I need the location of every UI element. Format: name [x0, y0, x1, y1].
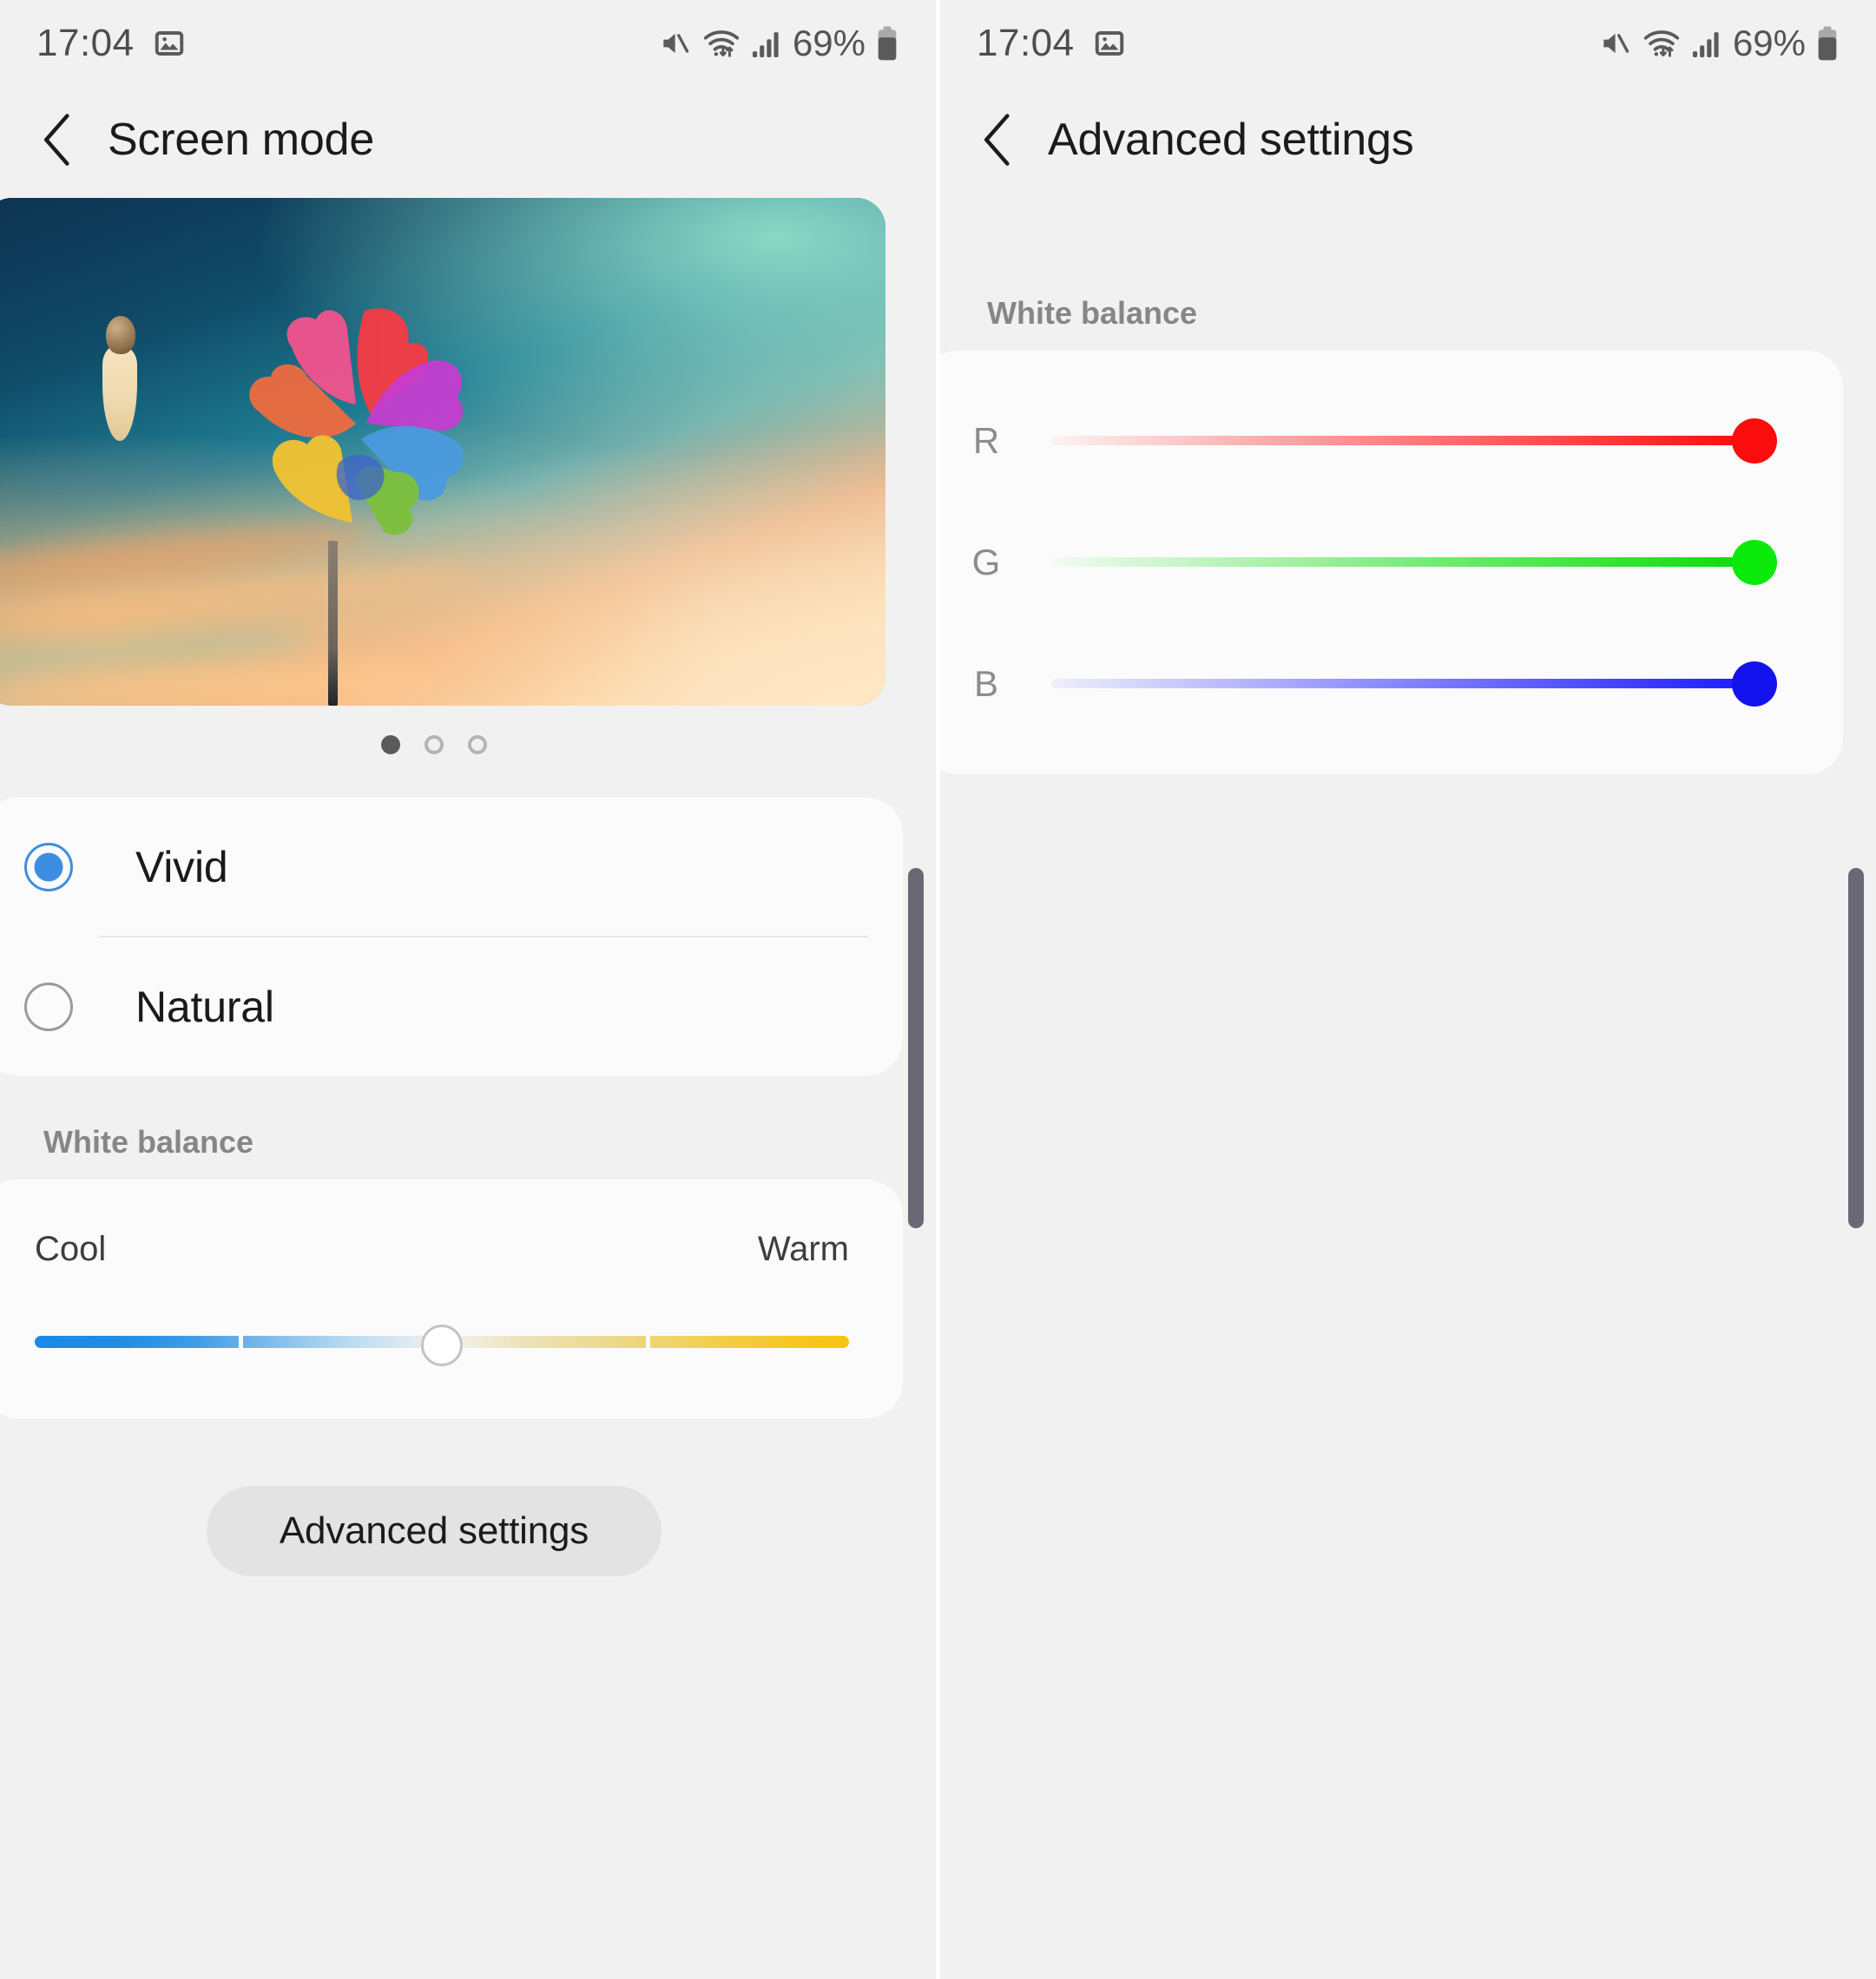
- rgb-white-balance-card: R G B: [940, 351, 1843, 774]
- radio-natural-label: Natural: [135, 982, 274, 1031]
- back-chevron-icon[interactable]: [980, 113, 1017, 167]
- rgb-label-g: G: [971, 542, 1001, 582]
- battery-percent-label: 69%: [1732, 23, 1806, 63]
- status-bar-left: 17:04: [36, 22, 185, 65]
- pinwheel-blades: [226, 293, 486, 562]
- vertical-scrollbar[interactable]: [1848, 868, 1864, 1228]
- signal-icon: [1692, 28, 1721, 59]
- back-chevron-icon[interactable]: [40, 113, 76, 167]
- app-bar: Screen mode: [0, 87, 936, 193]
- vertical-scrollbar[interactable]: [908, 868, 924, 1228]
- wifi-icon: [702, 27, 741, 60]
- status-bar: 17:04 69%: [0, 0, 936, 87]
- screen-mode-option-natural[interactable]: Natural: [0, 937, 903, 1075]
- radio-vivid-label: Vivid: [135, 842, 228, 891]
- rgb-label-r: R: [972, 420, 1000, 461]
- mute-icon: [658, 27, 691, 60]
- page-dot-3[interactable]: [468, 735, 487, 754]
- green-slider-thumb[interactable]: [1732, 540, 1777, 585]
- image-icon: [1094, 28, 1125, 59]
- battery-percent-label: 69%: [792, 23, 866, 63]
- advanced-settings-button[interactable]: Advanced settings: [206, 1486, 662, 1576]
- white-balance-thumb[interactable]: [421, 1325, 463, 1366]
- rgb-row-blue[interactable]: B: [940, 641, 1800, 727]
- white-balance-endpoint-labels: Cool Warm: [35, 1230, 849, 1269]
- rgb-label-b: B: [973, 663, 998, 704]
- page-dot-1[interactable]: [381, 735, 400, 754]
- white-balance-section-label: White balance: [987, 295, 1198, 331]
- blue-slider-track[interactable]: [1051, 679, 1775, 688]
- advanced-settings-button-row: Advanced settings: [0, 1486, 885, 1576]
- status-clock: 17:04: [977, 22, 1075, 64]
- blue-slider-thumb[interactable]: [1732, 661, 1777, 707]
- page-dot-2[interactable]: [425, 735, 444, 754]
- red-slider-track[interactable]: [1051, 436, 1775, 445]
- pinwheel-preview-image[interactable]: [0, 198, 885, 706]
- white-balance-tick-3: [645, 1336, 650, 1348]
- status-bar: 17:04 69%: [940, 0, 1876, 87]
- white-balance-tick-1: [238, 1336, 243, 1348]
- white-balance-slider[interactable]: [35, 1325, 849, 1366]
- status-bar-right: 69%: [1598, 23, 1838, 64]
- green-slider-track[interactable]: [1051, 557, 1775, 567]
- screen-mode-options-card: Vivid Natural: [0, 798, 903, 1075]
- pinwheel-hub: [106, 316, 135, 354]
- green-slider[interactable]: [1051, 540, 1777, 585]
- status-bar-right: 69%: [658, 23, 898, 64]
- page-title: Advanced settings: [1048, 115, 1414, 165]
- preview-carousel[interactable]: [0, 198, 936, 706]
- rgb-row-green[interactable]: G: [940, 519, 1800, 606]
- battery-icon: [877, 25, 898, 62]
- status-bar-left: 17:04: [977, 22, 1125, 65]
- app-bar: Advanced settings: [940, 87, 1876, 193]
- warm-label: Warm: [757, 1230, 849, 1268]
- dual-screenshot-container: 17:04 69% Screen mode Vivid Natural Whit…: [0, 0, 1876, 1979]
- carousel-page-indicator[interactable]: [0, 735, 885, 754]
- page-title: Screen mode: [108, 115, 375, 165]
- wifi-icon: [1642, 27, 1681, 60]
- white-balance-section-label: White balance: [43, 1124, 254, 1160]
- image-icon: [154, 28, 185, 59]
- cool-label: Cool: [35, 1230, 107, 1268]
- advanced-settings-panel: 17:04 69% Advanced settings White balanc…: [940, 0, 1876, 1979]
- pinwheel-stick: [328, 541, 338, 706]
- blue-slider[interactable]: [1051, 661, 1777, 707]
- radio-natural[interactable]: [24, 982, 73, 1031]
- red-slider-thumb[interactable]: [1732, 418, 1777, 464]
- screen-mode-option-vivid[interactable]: Vivid: [0, 798, 903, 936]
- screen-mode-panel: 17:04 69% Screen mode Vivid Natural Whit…: [0, 0, 936, 1979]
- red-slider[interactable]: [1051, 418, 1777, 464]
- white-balance-card: Cool Warm: [0, 1180, 903, 1418]
- radio-vivid[interactable]: [24, 842, 73, 891]
- signal-icon: [752, 28, 781, 59]
- battery-icon: [1817, 25, 1838, 62]
- status-clock: 17:04: [36, 22, 135, 64]
- mute-icon: [1598, 27, 1631, 60]
- rgb-row-red[interactable]: R: [940, 398, 1800, 484]
